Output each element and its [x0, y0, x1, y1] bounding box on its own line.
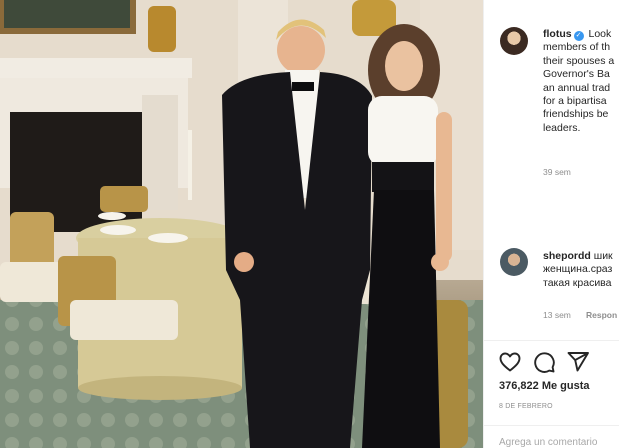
- comment-icon[interactable]: [532, 350, 556, 374]
- post-username[interactable]: flotus: [543, 28, 572, 40]
- caption-line-7: leaders.: [543, 121, 581, 134]
- caption-line-6: friendships be: [543, 108, 609, 121]
- caption-line-3: Governor's Ba: [543, 68, 610, 81]
- flotus-avatar[interactable]: [500, 27, 528, 55]
- heart-icon[interactable]: [498, 350, 522, 374]
- share-icon[interactable]: [566, 350, 590, 374]
- post-date[interactable]: 8 DE FEBRERO: [499, 403, 553, 410]
- shepordd-avatar[interactable]: [500, 248, 528, 276]
- caption-line-4: an annual trad: [543, 81, 611, 94]
- verified-badge-icon: ✓: [573, 31, 584, 41]
- caption-line-1: members of th: [543, 41, 611, 54]
- caption-line-0: Look: [588, 28, 612, 40]
- caption-line-2: their spouses a: [543, 54, 615, 67]
- add-comment-divider: [484, 425, 619, 426]
- add-comment-input[interactable]: Agrega un comentario: [499, 437, 597, 448]
- post-photo-scene: [0, 0, 483, 448]
- caption-line-5: for a bipartisa: [543, 95, 607, 108]
- caption-time[interactable]: 39 sem: [543, 167, 571, 177]
- comment-text-first: шик: [593, 250, 613, 262]
- post-side-panel: flotus ✓ Look members of th their spouses…: [483, 0, 619, 448]
- comment-line-1: такая красива: [543, 276, 612, 289]
- post-caption: flotus ✓ Look members of th their spouses…: [543, 28, 619, 135]
- comment-time[interactable]: 13 sem: [543, 310, 571, 320]
- comment-line-0: женщина.сраз: [543, 263, 613, 276]
- likes-count[interactable]: 376,822 Me gusta: [499, 380, 590, 392]
- actions-divider: [484, 340, 619, 341]
- reply-button[interactable]: Respon: [586, 310, 617, 320]
- post-photo[interactable]: [0, 0, 483, 448]
- comment-item: shepordd шик женщина.сраз такая красива: [543, 250, 619, 290]
- comment-username[interactable]: shepordd: [543, 250, 591, 262]
